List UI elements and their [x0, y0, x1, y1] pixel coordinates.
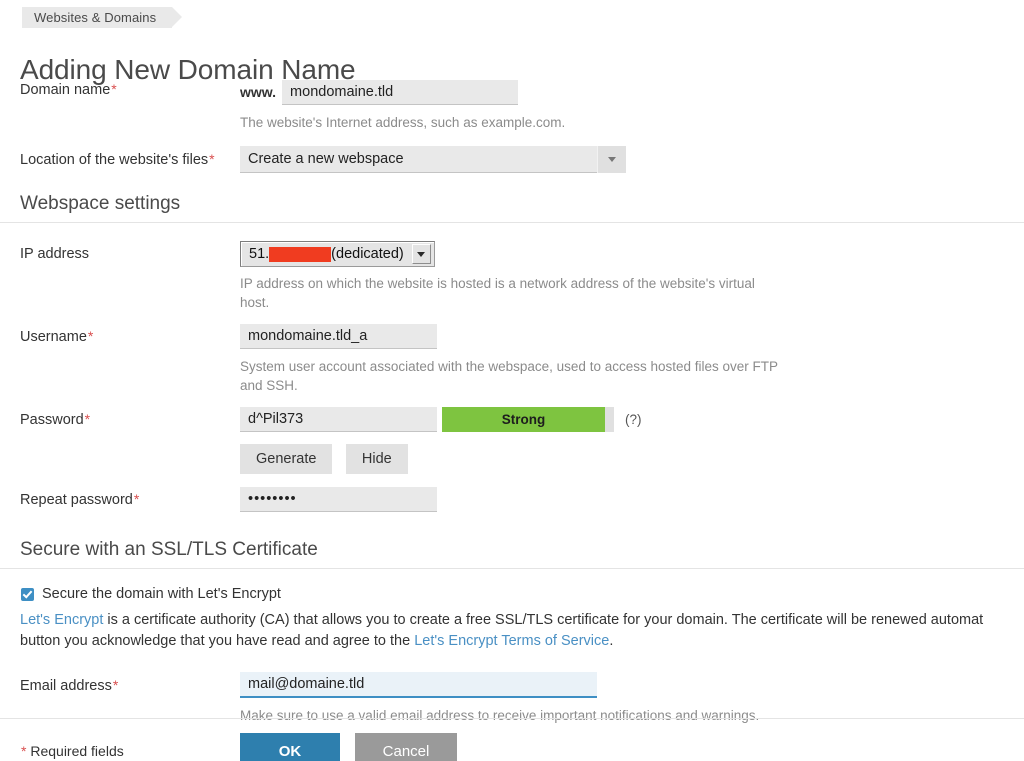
ok-button[interactable]: OK — [240, 733, 340, 761]
hint-domain-name: The website's Internet address, such as … — [240, 113, 780, 132]
field-location: Create a new webspace — [240, 146, 1024, 173]
domain-prefix-label: www. — [240, 80, 276, 105]
checkbox-secure-domain[interactable] — [21, 588, 34, 601]
required-marker: * — [208, 151, 214, 167]
generate-password-button[interactable]: Generate — [240, 444, 332, 474]
domain-name-input[interactable] — [282, 80, 518, 105]
field-username: System user account associated with the … — [240, 324, 1024, 395]
section-heading-webspace: Webspace settings — [0, 193, 1024, 223]
ip-address-redaction — [269, 247, 331, 262]
form-footer: * Required fields OK Cancel — [0, 718, 1024, 761]
field-row-password: Password* Strong (?) Generate Hide — [0, 407, 1024, 474]
label-repeat-password: Repeat password* — [0, 487, 240, 513]
field-row-location: Location of the website's files* Create … — [0, 146, 1024, 174]
required-marker: * — [110, 81, 116, 97]
field-ip-address: 51. (dedicated) IP address on which the w… — [240, 241, 1024, 312]
domain-form: Domain name* www. The website's Internet… — [0, 80, 1024, 725]
location-select[interactable]: Create a new webspace — [240, 146, 626, 173]
location-select-value: Create a new webspace — [248, 151, 404, 167]
required-fields-label: Required fields — [30, 743, 123, 759]
cancel-button[interactable]: Cancel — [355, 733, 457, 761]
required-marker: * — [87, 328, 93, 344]
lets-encrypt-line2-text: button you acknowledge that you have rea… — [20, 633, 414, 649]
adding-new-domain-page: Websites & Domains Adding New Domain Nam… — [0, 0, 1024, 761]
label-username: Username* — [0, 324, 240, 350]
password-strength-meter: Strong — [442, 407, 614, 432]
field-row-ip-address: IP address 51. (dedicated) IP address on … — [0, 241, 1024, 312]
username-input[interactable] — [240, 324, 437, 349]
field-row-username: Username* System user account associated… — [0, 324, 1024, 395]
label-location: Location of the website's files* — [0, 146, 240, 174]
required-marker: * — [20, 743, 26, 759]
label-ip-address: IP address — [0, 241, 240, 267]
password-input[interactable] — [240, 407, 437, 432]
field-row-repeat-password: Repeat password* — [0, 487, 1024, 513]
breadcrumb: Websites & Domains — [0, 0, 1024, 30]
label-domain-name: Domain name* — [0, 80, 240, 99]
lets-encrypt-description: Let's Encrypt is a certificate authority… — [0, 610, 1024, 652]
lets-encrypt-description-line2: button you acknowledge that you have rea… — [20, 631, 1024, 652]
hint-ip-address: IP address on which the website is hoste… — [240, 274, 785, 312]
field-password: Strong (?) Generate Hide — [240, 407, 1024, 474]
ip-address-suffix: (dedicated) — [331, 246, 404, 262]
required-fields-note: * Required fields — [0, 743, 240, 759]
password-strength-label: Strong — [442, 407, 605, 432]
repeat-password-input[interactable] — [240, 487, 437, 512]
required-marker: * — [133, 491, 139, 507]
lets-encrypt-link[interactable]: Let's Encrypt — [20, 612, 103, 628]
required-marker: * — [112, 677, 118, 693]
ip-address-select[interactable]: 51. (dedicated) — [240, 241, 435, 267]
ip-address-prefix: 51. — [249, 246, 269, 262]
hint-username: System user account associated with the … — [240, 357, 780, 395]
field-domain-name: www. The website's Internet address, suc… — [240, 80, 1024, 132]
password-row: Strong (?) — [240, 407, 1024, 432]
breadcrumb-item-websites-domains[interactable]: Websites & Domains — [22, 7, 172, 28]
chevron-down-icon[interactable] — [597, 146, 626, 173]
lets-encrypt-checkbox-row[interactable]: Secure the domain with Let's Encrypt — [0, 586, 1024, 602]
lets-encrypt-terms-link[interactable]: Let's Encrypt Terms of Service — [414, 633, 609, 649]
checkbox-secure-domain-label: Secure the domain with Let's Encrypt — [42, 586, 281, 602]
lets-encrypt-description-line1: Let's Encrypt is a certificate authority… — [20, 610, 1024, 631]
hide-password-button[interactable]: Hide — [346, 444, 408, 474]
required-marker: * — [84, 411, 90, 427]
field-row-domain-name: Domain name* www. The website's Internet… — [0, 80, 1024, 132]
chevron-down-icon[interactable] — [412, 244, 431, 264]
label-password: Password* — [0, 407, 240, 433]
email-input[interactable] — [240, 672, 597, 698]
lets-encrypt-line1-text: is a certificate authority (CA) that all… — [103, 612, 983, 628]
section-heading-ssl: Secure with an SSL/TLS Certificate — [0, 539, 1024, 569]
breadcrumb-item-label: Websites & Domains — [34, 10, 156, 25]
label-email: Email address* — [0, 672, 240, 699]
lets-encrypt-line2-period: . — [609, 633, 613, 649]
field-repeat-password — [240, 487, 1024, 512]
password-help-icon[interactable]: (?) — [625, 412, 642, 427]
